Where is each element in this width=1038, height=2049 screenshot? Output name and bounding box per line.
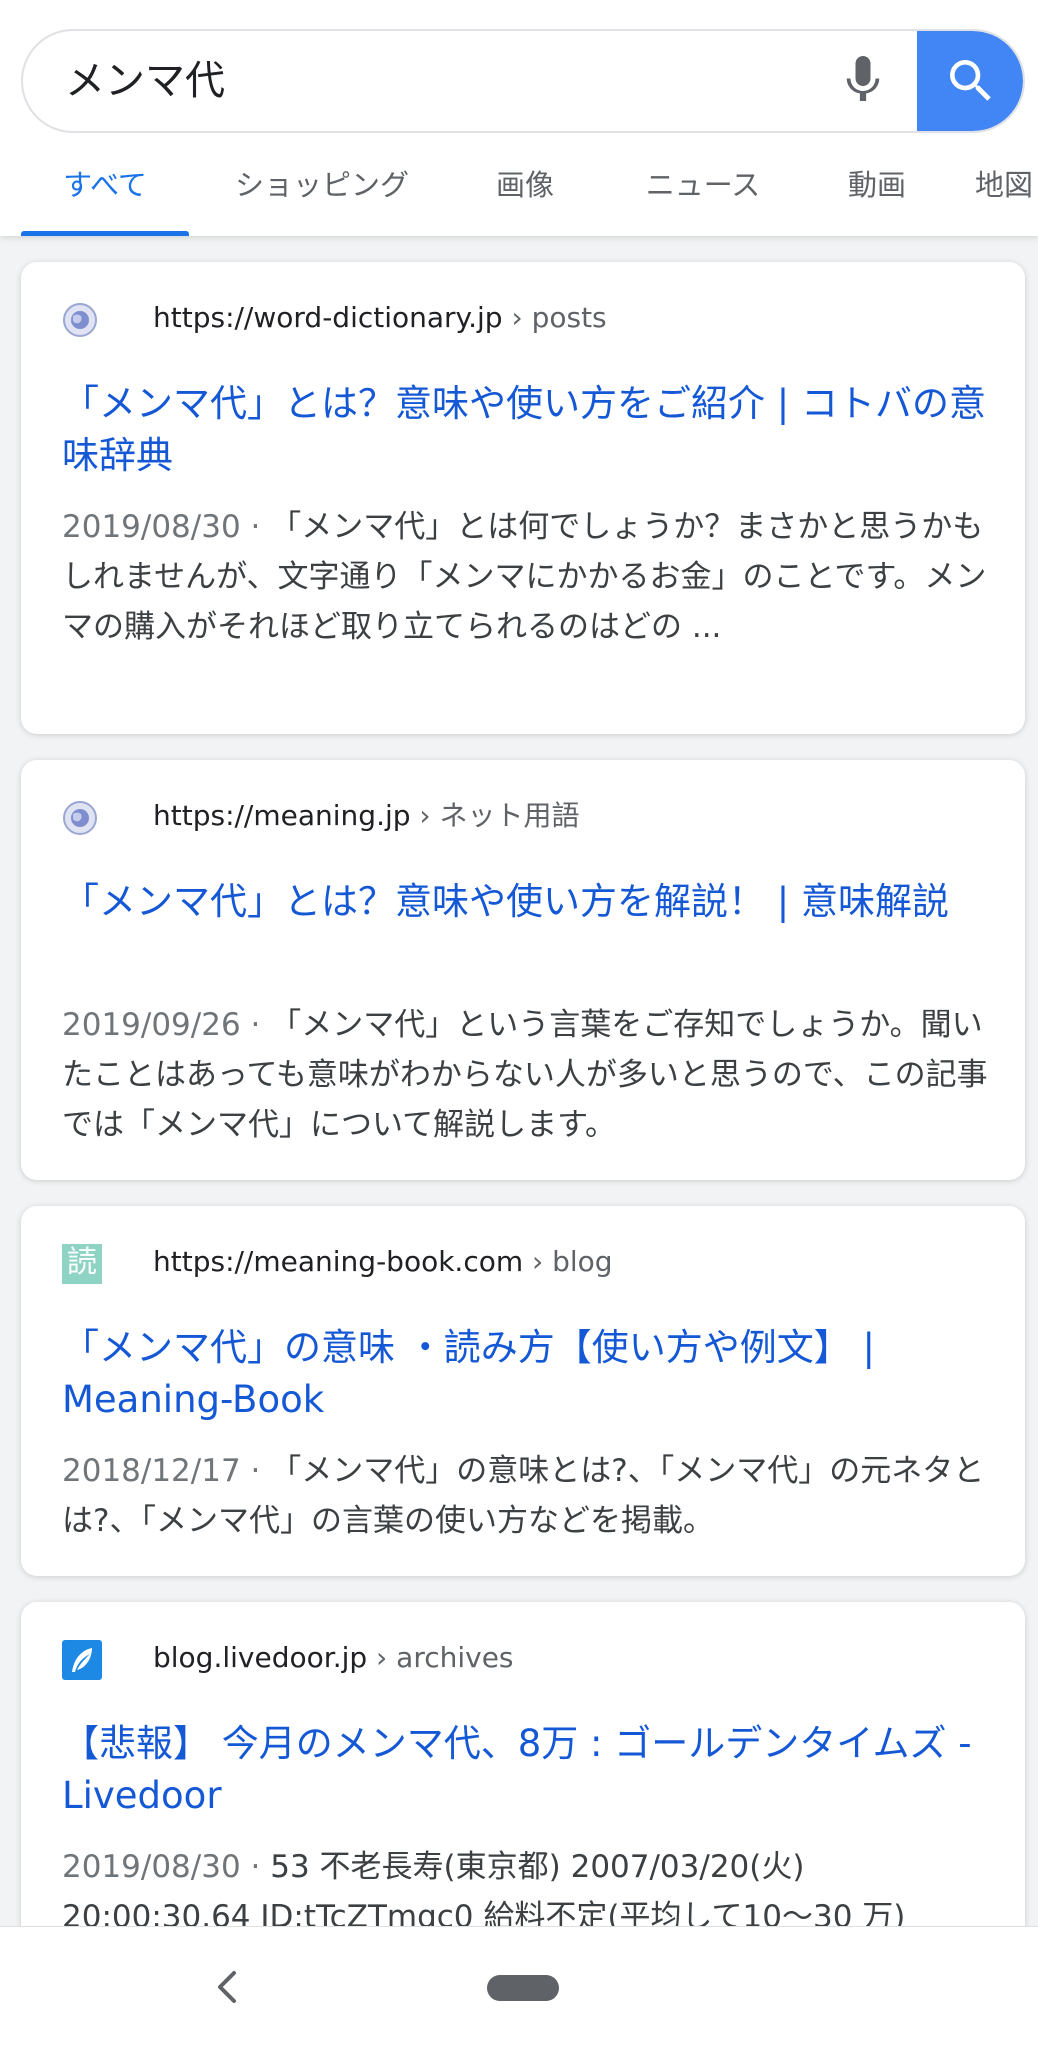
search-result: 読 https://meaning-book.com › blog 「メンマ代」…: [21, 1206, 1025, 1576]
tab-maps[interactable]: 地図: [975, 150, 1038, 236]
result-snippet: 2019/08/30 · 「メンマ代」とは何でしょうか？まさかと思うかもしれませ…: [62, 502, 989, 652]
result-url[interactable]: https://meaning.jp › ネット用語: [153, 794, 580, 838]
result-title-link[interactable]: 【悲報】 今月のメンマ代、8万 : ゴールデンタイムズ - Livedoor: [62, 1718, 989, 1822]
search-input[interactable]: [65, 31, 805, 131]
search-header: すべて ショッピング 画像 ニュース 動画 地図: [0, 0, 1038, 236]
tab-shopping[interactable]: ショッピング: [222, 150, 422, 236]
result-url[interactable]: https://meaning-book.com › blog: [153, 1240, 613, 1284]
search-button[interactable]: [917, 31, 1023, 131]
search-result: https://word-dictionary.jp › posts 「メンマ代…: [21, 262, 1025, 734]
result-snippet: 2018/12/17 · 「メンマ代」の意味とは?、「メンマ代」の元ネタとは?、…: [62, 1446, 989, 1546]
result-path: › archives: [367, 1641, 514, 1674]
kanji-yomu-icon: 読: [62, 1244, 102, 1284]
feather-icon: [62, 1640, 102, 1680]
result-domain: blog.livedoor.jp: [153, 1641, 368, 1674]
result-title-link[interactable]: 「メンマ代」とは？意味や使い方をご紹介 | コトバの意味辞典: [62, 378, 989, 482]
result-date: 2019/09/26 ·: [62, 1007, 271, 1043]
result-date: 2018/12/17 ·: [62, 1453, 271, 1489]
result-url[interactable]: blog.livedoor.jp › archives: [153, 1636, 514, 1680]
result-domain: https://meaning.jp: [153, 799, 411, 832]
back-icon[interactable]: [210, 1967, 246, 2007]
result-title-link[interactable]: 「メンマ代」とは？意味や使い方を解説！ | 意味解説: [62, 876, 989, 928]
result-snippet: 2019/09/26 · 「メンマ代」という言葉をご存知でしょうか。聞いたことは…: [62, 1000, 989, 1150]
tab-images[interactable]: 画像: [470, 150, 580, 236]
result-url[interactable]: https://word-dictionary.jp › posts: [153, 296, 607, 340]
tab-all[interactable]: すべて: [21, 150, 189, 236]
result-path: › blog: [523, 1245, 613, 1278]
search-box[interactable]: [21, 29, 1025, 133]
tab-videos[interactable]: 動画: [822, 150, 932, 236]
tab-news[interactable]: ニュース: [628, 150, 778, 236]
result-date: 2019/08/30 ·: [62, 1849, 271, 1885]
system-nav-bar: [0, 1926, 1038, 2049]
search-tabs: すべて ショッピング 画像 ニュース 動画 地図: [0, 150, 1038, 236]
result-domain: https://word-dictionary.jp: [153, 301, 503, 334]
mic-icon[interactable]: [833, 51, 893, 111]
globe-icon: [62, 800, 98, 836]
result-path: › posts: [502, 301, 607, 334]
result-path: › ネット用語: [410, 799, 580, 832]
globe-icon: [62, 302, 98, 338]
result-title-link[interactable]: 「メンマ代」の意味 ・読み方【使い方や例文】 | Meaning-Book: [62, 1322, 989, 1426]
search-result: https://meaning.jp › ネット用語 「メンマ代」とは？意味や使…: [21, 760, 1025, 1180]
result-date: 2019/08/30 ·: [62, 509, 271, 545]
result-domain: https://meaning-book.com: [153, 1245, 524, 1278]
home-pill-icon[interactable]: [487, 1975, 559, 2001]
active-tab-indicator: [21, 231, 189, 236]
